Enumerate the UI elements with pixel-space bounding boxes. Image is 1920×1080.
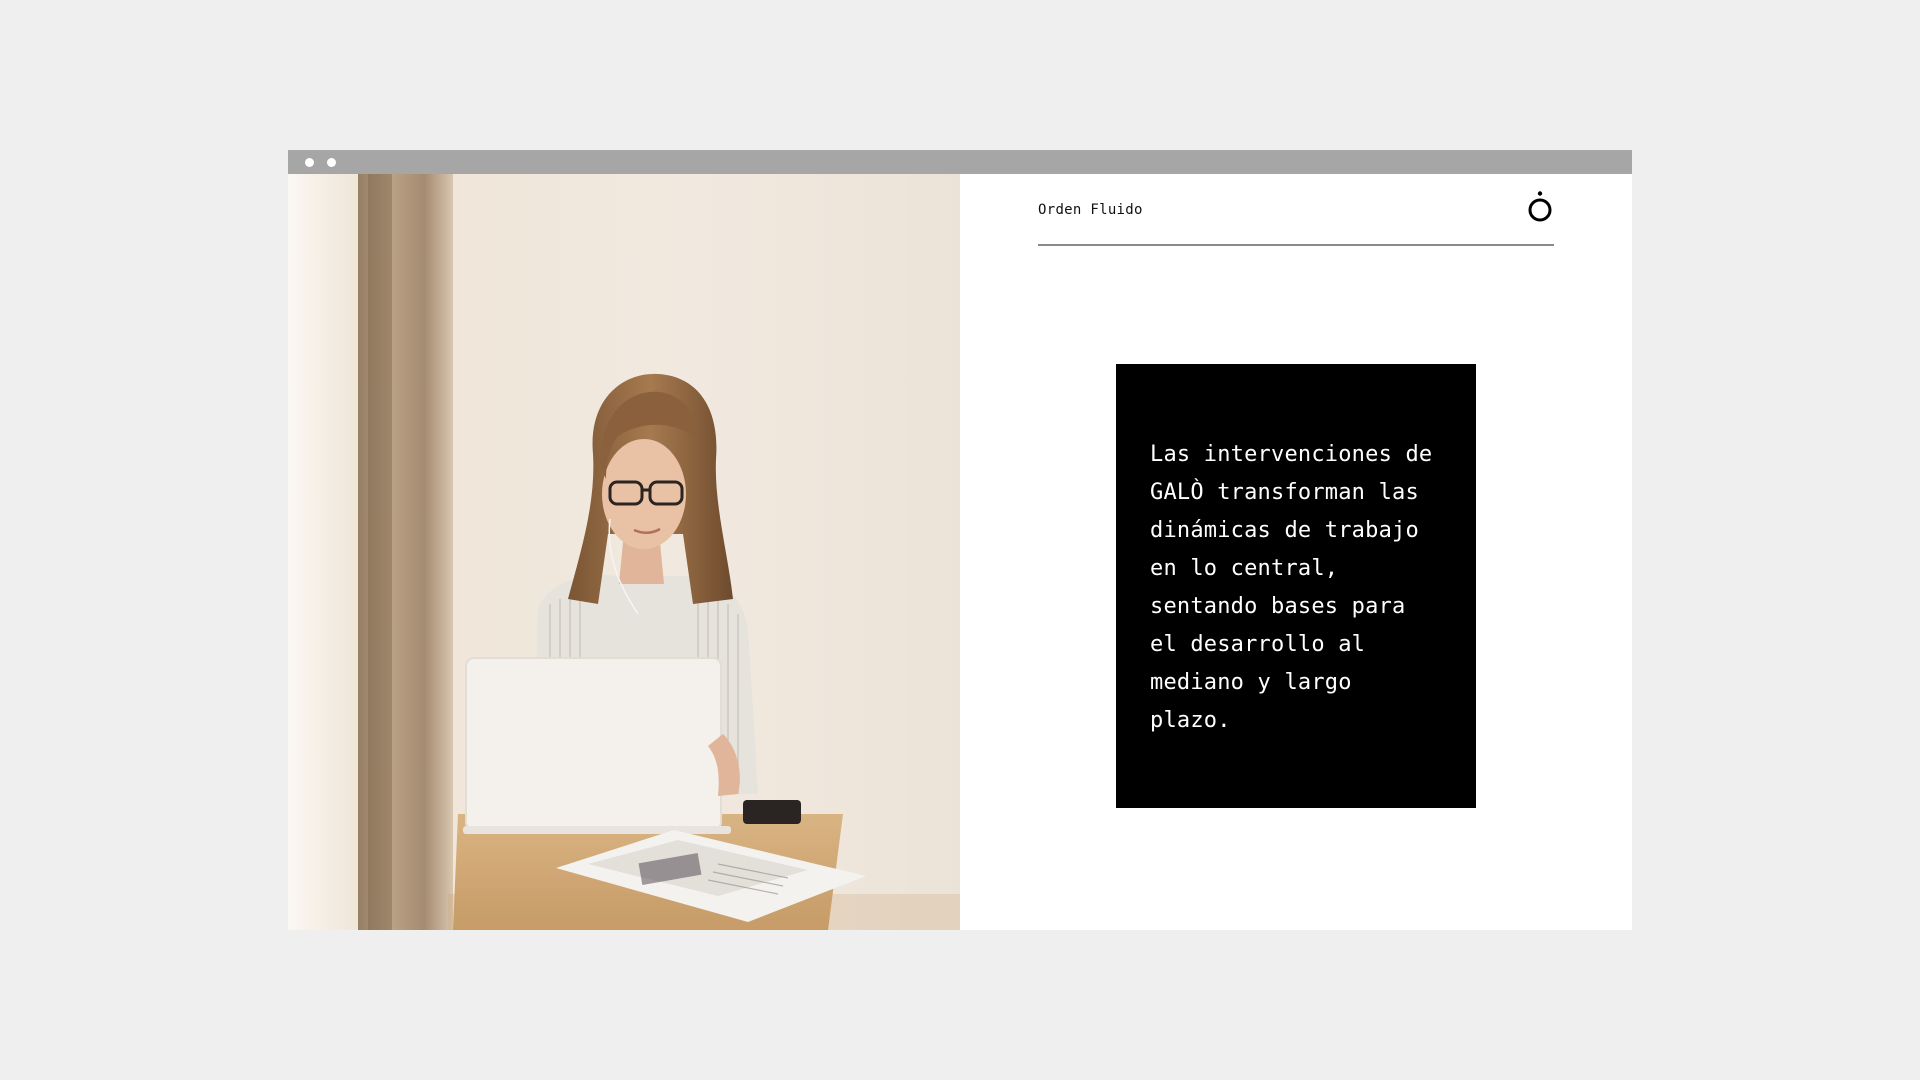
brand-name-link[interactable]: Orden Fluido <box>1038 202 1143 218</box>
quote-line: GALÒ transforman las <box>1150 480 1419 505</box>
site-header: Orden Fluido <box>1038 174 1554 246</box>
quote-line: el desarrollo al <box>1150 632 1366 657</box>
quote-line: plazo. <box>1150 708 1231 733</box>
quote-line: Las intervenciones de <box>1150 442 1433 467</box>
hero-photo <box>288 174 960 930</box>
galo-o-logo-icon[interactable] <box>1526 190 1554 224</box>
quote-line: dinámicas de trabajo <box>1150 518 1419 543</box>
content-panel: Orden Fluido Las intervenciones de GALÒ … <box>960 174 1632 930</box>
quote-line: sentando bases para <box>1150 594 1406 619</box>
browser-window: Orden Fluido Las intervenciones de GALÒ … <box>288 150 1632 930</box>
window-dot-1[interactable] <box>305 158 314 167</box>
window-titlebar <box>288 150 1632 174</box>
quote-line: en lo central, <box>1150 556 1339 581</box>
window-dot-2[interactable] <box>327 158 336 167</box>
photo-woman-laptop-illustration <box>288 174 960 930</box>
quote-box: Las intervenciones de GALÒ transforman l… <box>1116 364 1476 808</box>
quote-line: mediano y largo <box>1150 670 1352 695</box>
